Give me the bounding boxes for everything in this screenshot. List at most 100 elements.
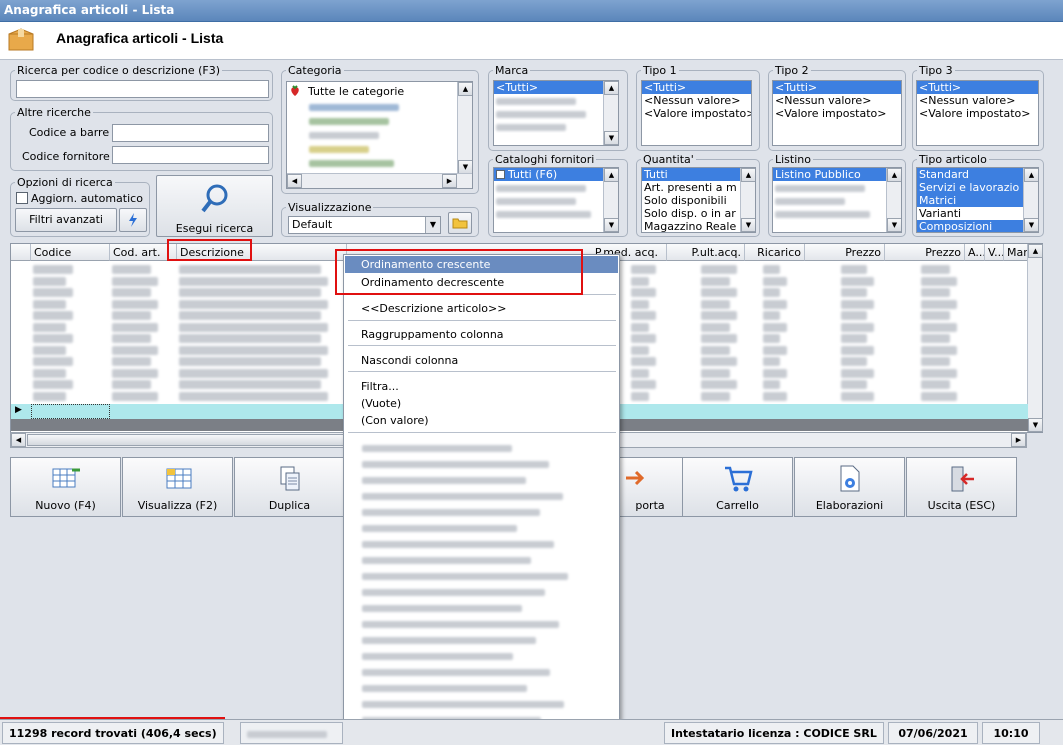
quantity-item[interactable]: Tutti [642, 168, 740, 181]
brand-list[interactable]: <Tutti> ▲ ▼ [493, 80, 619, 146]
menu-item-filter[interactable]: Filtra... [345, 378, 618, 395]
scroll-thumb[interactable] [27, 434, 347, 446]
quantity-item[interactable]: Magazzino Reale [642, 220, 740, 232]
column-header-markup[interactable]: Ricarico [745, 244, 805, 261]
menu-filter-value[interactable] [362, 601, 522, 614]
scroll-left-arrow[interactable]: ◀ [11, 433, 26, 447]
current-cell[interactable] [31, 404, 110, 419]
menu-item-empty[interactable]: (Vuote) [345, 395, 618, 412]
type2-item[interactable]: <Valore impostato> [773, 107, 901, 120]
scroll-down-arrow[interactable]: ▼ [458, 160, 472, 174]
menu-filter-value[interactable] [362, 505, 540, 518]
exit-button[interactable]: Uscita (ESC) [906, 457, 1017, 517]
menu-filter-value[interactable] [362, 457, 549, 470]
cart-button[interactable]: Carrello [682, 457, 793, 517]
column-header-v[interactable]: V... [985, 244, 1004, 261]
column-header-a[interactable]: A... [965, 244, 985, 261]
barcode-input[interactable] [112, 124, 269, 142]
duplicate-button[interactable]: Duplica [234, 457, 345, 517]
processing-button[interactable]: Elaborazioni [794, 457, 905, 517]
column-header-price[interactable]: Prezzo [805, 244, 885, 261]
advanced-filters-button[interactable]: Filtri avanzati [15, 208, 117, 232]
scroll-down-arrow[interactable]: ▼ [741, 218, 755, 232]
scroll-up-arrow[interactable]: ▲ [1024, 168, 1038, 182]
catalog-checkbox[interactable] [496, 170, 505, 179]
catalogs-item-all[interactable]: Tutti (F6) [494, 168, 618, 181]
scroll-up-arrow[interactable]: ▲ [887, 168, 901, 182]
scroll-up-arrow[interactable]: ▲ [741, 168, 755, 182]
menu-filter-value[interactable] [362, 665, 550, 678]
menu-item-group-column[interactable]: Raggruppamento colonna [345, 326, 618, 343]
article-type-item[interactable]: Servizi e lavorazio [917, 181, 1023, 194]
menu-filter-value[interactable] [362, 441, 512, 454]
lightning-button[interactable] [119, 208, 147, 232]
scroll-up-arrow[interactable]: ▲ [604, 81, 618, 95]
scroll-left-arrow[interactable]: ◀ [287, 174, 302, 188]
scroll-down-arrow[interactable]: ▼ [604, 218, 618, 232]
menu-filter-value[interactable] [362, 537, 554, 550]
menu-filter-value[interactable] [362, 649, 513, 662]
type3-list[interactable]: <Tutti> <Nessun valore> <Valore impostato> [916, 80, 1039, 146]
auto-update-checkbox[interactable] [16, 192, 28, 204]
type1-list[interactable]: <Tutti> <Nessun valore> <Valore impostato> [641, 80, 752, 146]
menu-filter-value[interactable] [362, 697, 564, 710]
menu-item-description-column[interactable]: <<Descrizione articolo>> [345, 300, 618, 317]
category-all[interactable]: Tutte le categorie [308, 85, 404, 98]
column-header-brand[interactable]: Marc [1004, 244, 1028, 261]
article-type-item[interactable]: Standard [917, 168, 1023, 181]
menu-item-with-value[interactable]: (Con valore) [345, 412, 618, 429]
article-type-item[interactable]: Composizioni [917, 220, 1023, 232]
scroll-down-arrow[interactable]: ▼ [1024, 218, 1038, 232]
type2-item[interactable]: <Nessun valore> [773, 94, 901, 107]
menu-filter-value[interactable] [362, 585, 545, 598]
type1-item[interactable]: <Valore impostato> [642, 107, 751, 120]
scroll-up-arrow[interactable]: ▲ [604, 168, 618, 182]
type1-item[interactable]: <Tutti> [642, 81, 751, 94]
brand-item-all[interactable]: <Tutti> [494, 81, 618, 94]
category-tree[interactable]: Tutte le categorie ▲ ▼ ◀ ▶ [286, 81, 473, 189]
menu-filter-value[interactable] [362, 633, 536, 646]
menu-filter-value[interactable] [362, 521, 517, 534]
menu-filter-value[interactable] [362, 569, 568, 582]
supplier-code-input[interactable] [112, 146, 269, 164]
scroll-up-arrow[interactable]: ▲ [1028, 244, 1043, 258]
pricelist-item[interactable]: Listino Pubblico [773, 168, 886, 181]
article-type-list[interactable]: Standard Servizi e lavorazio Matrici Var… [916, 167, 1039, 233]
pricelist-list[interactable]: Listino Pubblico ▲ ▼ [772, 167, 902, 233]
type3-item[interactable]: <Valore impostato> [917, 107, 1038, 120]
menu-filter-value[interactable] [362, 681, 527, 694]
type1-item[interactable]: <Nessun valore> [642, 94, 751, 107]
menu-filter-value[interactable] [362, 489, 563, 502]
article-type-item[interactable]: Matrici [917, 194, 1023, 207]
column-header-price-2[interactable]: Prezzo [885, 244, 965, 261]
chevron-down-icon[interactable]: ▼ [425, 217, 440, 233]
view-select[interactable]: Default ▼ [288, 216, 441, 234]
quantity-item[interactable]: Art. presenti a m [642, 181, 740, 194]
column-header-last-purchase[interactable]: P.ult.acq. [667, 244, 745, 261]
quantity-item[interactable]: Solo disp. o in ar [642, 207, 740, 220]
new-button[interactable]: Nuovo (F4) [10, 457, 121, 517]
scroll-down-arrow[interactable]: ▼ [1028, 418, 1043, 432]
quantity-list[interactable]: Tutti Art. presenti a m Solo disponibili… [641, 167, 756, 233]
category-hscroll[interactable]: ◀ ▶ [287, 173, 472, 188]
menu-filter-value[interactable] [362, 473, 526, 486]
menu-item-hide-column[interactable]: Nascondi colonna [345, 352, 618, 369]
quantity-item[interactable]: Solo disponibili [642, 194, 740, 207]
run-search-button[interactable]: Esegui ricerca [156, 175, 273, 237]
type3-item[interactable]: <Tutti> [917, 81, 1038, 94]
type2-list[interactable]: <Tutti> <Nessun valore> <Valore impostato> [772, 80, 902, 146]
scroll-right-arrow[interactable]: ▶ [442, 174, 457, 188]
folder-button[interactable] [448, 212, 472, 234]
search-input[interactable] [16, 80, 269, 98]
scroll-down-arrow[interactable]: ▼ [604, 131, 618, 145]
menu-filter-value[interactable] [362, 617, 559, 630]
type2-item[interactable]: <Tutti> [773, 81, 901, 94]
column-header-code[interactable]: Codice [31, 244, 110, 261]
scroll-right-arrow[interactable]: ▶ [1011, 433, 1026, 447]
scroll-up-arrow[interactable]: ▲ [458, 82, 472, 96]
menu-filter-value[interactable] [362, 553, 531, 566]
view-button[interactable]: Visualizza (F2) [122, 457, 233, 517]
type3-item[interactable]: <Nessun valore> [917, 94, 1038, 107]
scroll-down-arrow[interactable]: ▼ [887, 218, 901, 232]
catalogs-list[interactable]: Tutti (F6) ▲ ▼ [493, 167, 619, 233]
